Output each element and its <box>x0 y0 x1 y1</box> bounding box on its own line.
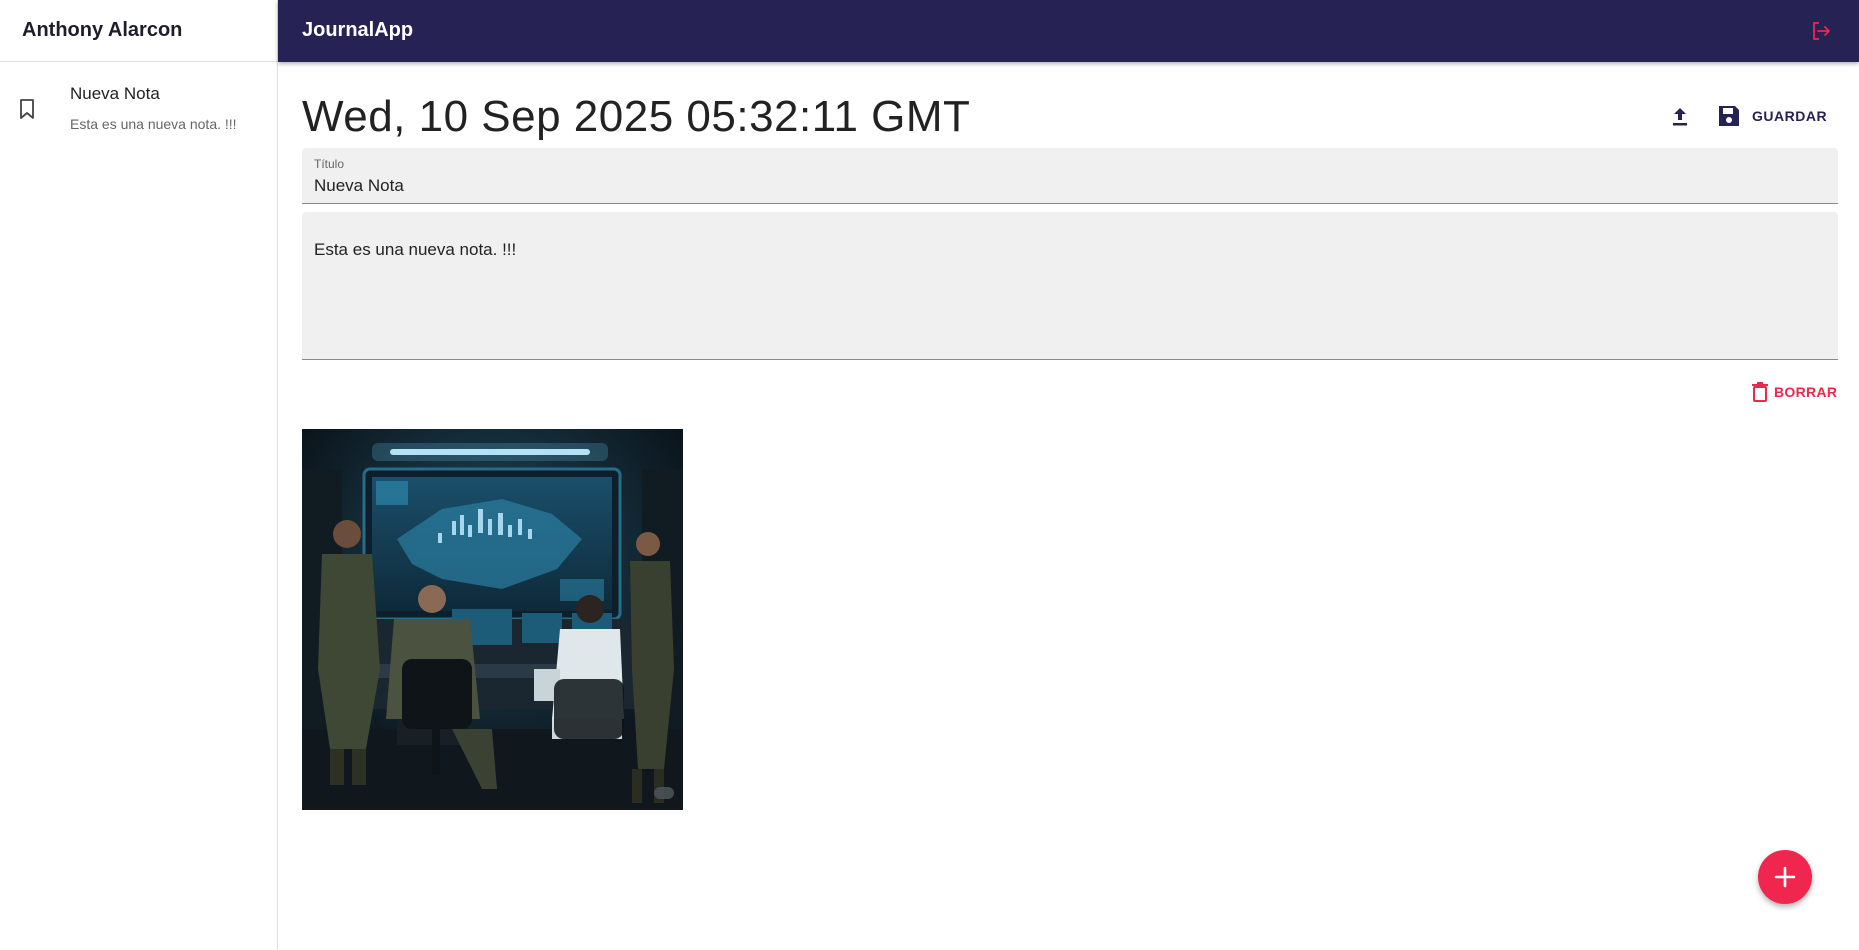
sidebar-note-title: Nueva Nota <box>70 84 160 103</box>
user-name: Anthony Alarcon <box>22 19 183 41</box>
trash-icon <box>1752 382 1768 402</box>
add-note-button[interactable] <box>1758 850 1812 904</box>
title-field-label: Título <box>314 157 345 171</box>
command-center-illustration <box>302 429 683 810</box>
app-bar: JournalApp <box>278 0 1859 62</box>
save-label: GUARDAR <box>1752 108 1828 124</box>
sidebar-note-body: Esta es una nueva nota. !!! <box>70 116 237 132</box>
body-textarea[interactable]: Esta es una nueva nota. !!! <box>314 240 516 260</box>
note-date: Wed, 10 Sep 2025 05:32:11 GMT <box>302 92 971 141</box>
app-title: JournalApp <box>302 19 414 41</box>
sidebar: Anthony Alarcon Nueva Nota Esta es una n… <box>0 0 278 950</box>
save-button[interactable]: GUARDAR <box>1716 100 1827 132</box>
sidebar-header: Anthony Alarcon <box>0 0 277 62</box>
title-input[interactable]: Nueva Nota <box>314 176 404 196</box>
sidebar-note-item[interactable]: Nueva Nota Esta es una nueva nota. !!! <box>0 62 277 142</box>
save-icon <box>1719 106 1739 126</box>
title-field[interactable]: Título Nueva Nota <box>302 148 1838 204</box>
note-image <box>302 429 683 810</box>
upload-icon[interactable] <box>1668 104 1692 130</box>
plus-icon <box>1774 866 1796 888</box>
bookmark-icon <box>20 99 34 119</box>
delete-label: BORRAR <box>1774 384 1838 400</box>
body-field[interactable]: Esta es una nueva nota. !!! <box>302 212 1838 360</box>
logout-icon[interactable] <box>1809 19 1833 43</box>
delete-button[interactable]: BORRAR <box>1752 382 1837 402</box>
